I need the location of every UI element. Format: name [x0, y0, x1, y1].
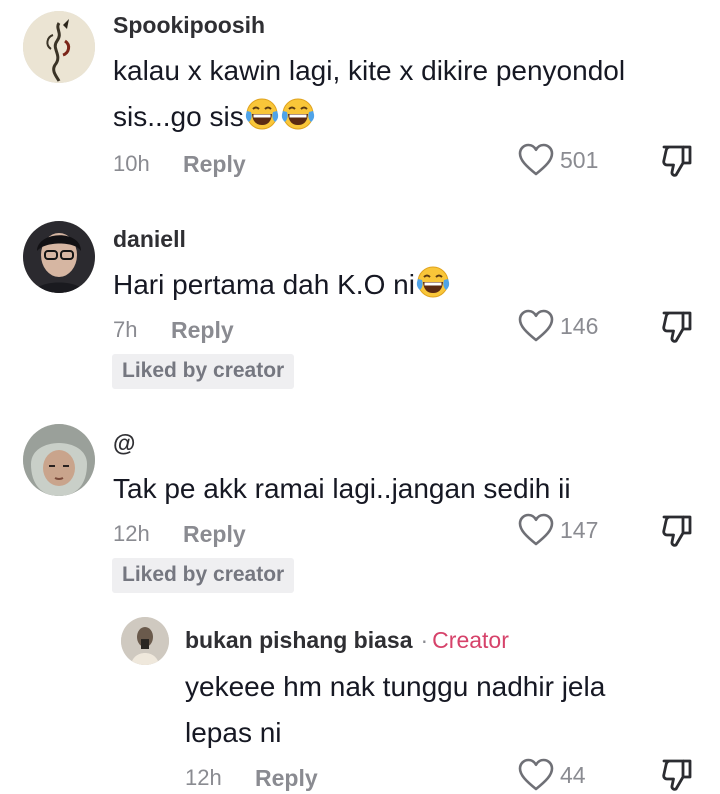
comment-text-line: kalau x kawin lagi, kite x dikire penyon…: [113, 55, 626, 86]
comment-text-line: sis...go sis: [113, 101, 244, 132]
comment-text-line: Tak pe akk ramai lagi..jangan sedih ii: [113, 473, 571, 504]
username[interactable]: bukan pishang biasa · Creator: [185, 627, 509, 654]
dislike-button[interactable]: [659, 513, 695, 549]
comment-time: 10h: [113, 151, 150, 176]
heart-icon: [518, 309, 554, 343]
liked-by-creator-badge: Liked by creator: [112, 558, 295, 593]
comment-text: lepas ni: [185, 710, 282, 756]
username[interactable]: Spookipoosih: [113, 12, 265, 39]
comment-text-line: lepas ni: [185, 717, 282, 748]
liked-by-creator-badge: Liked by creator: [112, 354, 295, 389]
comment-text: Tak pe akk ramai lagi..jangan sedih ii: [113, 466, 571, 512]
avatar[interactable]: [23, 11, 95, 83]
laughing-emoji-icon: [244, 96, 280, 132]
comment-text: sis...go sis: [113, 94, 316, 140]
avatar[interactable]: [23, 424, 95, 496]
laughing-emoji-icon: [280, 96, 316, 132]
comment-text: yekeee hm nak tunggu nadhir jela: [185, 664, 605, 710]
like-button[interactable]: 501: [518, 143, 598, 177]
creator-label: Creator: [432, 627, 509, 653]
username[interactable]: daniell: [113, 226, 186, 253]
reply-button[interactable]: Reply: [255, 765, 318, 792]
comment-time: 12h: [113, 521, 150, 546]
username[interactable]: @: [113, 430, 135, 457]
comment-text: kalau x kawin lagi, kite x dikire penyon…: [113, 48, 625, 94]
thumbs-down-icon: [659, 143, 695, 179]
reply-button[interactable]: Reply: [171, 317, 234, 344]
separator: ·: [420, 627, 429, 653]
heart-icon: [518, 143, 554, 177]
comment-text-line: Hari pertama dah K.O ni: [113, 269, 415, 300]
like-count: 44: [560, 761, 586, 788]
reply-button[interactable]: Reply: [183, 521, 246, 548]
thumbs-down-icon: [659, 513, 695, 549]
avatar[interactable]: [121, 617, 169, 665]
heart-icon: [518, 758, 554, 792]
dislike-button[interactable]: [659, 757, 695, 793]
comment-time: 12h: [185, 765, 222, 790]
heart-icon: [518, 513, 554, 547]
dislike-button[interactable]: [659, 143, 695, 179]
thumbs-down-icon: [659, 757, 695, 793]
reply-button[interactable]: Reply: [183, 151, 246, 178]
like-button[interactable]: 146: [518, 309, 598, 343]
like-count: 147: [560, 516, 599, 543]
comment-text: Hari pertama dah K.O ni: [113, 262, 451, 308]
like-button[interactable]: 147: [518, 513, 598, 547]
comment-text-line: yekeee hm nak tunggu nadhir jela: [185, 671, 606, 702]
dislike-button[interactable]: [659, 309, 695, 345]
like-count: 146: [560, 312, 599, 339]
reply-username[interactable]: bukan pishang biasa: [185, 627, 413, 653]
like-button[interactable]: 44: [518, 758, 586, 792]
laughing-emoji-icon: [415, 264, 451, 300]
thumbs-down-icon: [659, 309, 695, 345]
like-count: 501: [560, 146, 599, 173]
avatar[interactable]: [23, 221, 95, 293]
comment-time: 7h: [113, 317, 138, 342]
